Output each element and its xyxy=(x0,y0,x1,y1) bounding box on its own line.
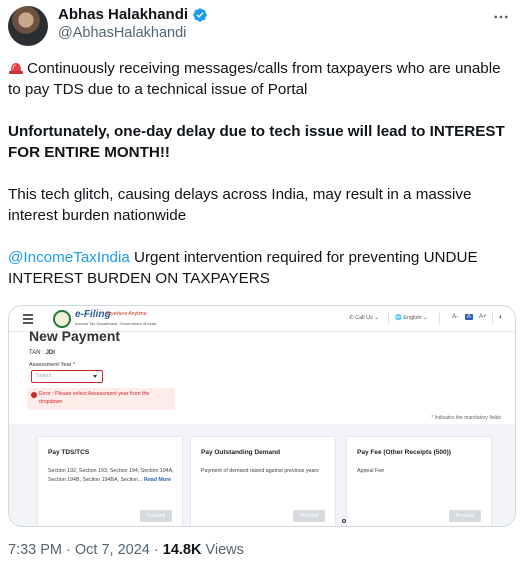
card-description: Appeal Fee xyxy=(357,468,385,474)
police-light-emoji-icon xyxy=(9,63,23,74)
divider xyxy=(388,313,389,324)
more-options-icon[interactable] xyxy=(492,8,510,31)
tweet-paragraph-1-text: Continuously receiving messages/calls fr… xyxy=(8,60,501,98)
efiling-logo-icon xyxy=(53,310,71,328)
mention-link[interactable]: @IncomeTaxIndia xyxy=(8,249,130,266)
chevron-down-icon xyxy=(93,375,97,378)
efiling-tagline: Anywhere Anytime xyxy=(105,311,147,317)
font-default-control: A xyxy=(465,314,474,320)
tweet-text: Continuously receiving messages/calls fr… xyxy=(8,58,513,310)
menu-icon xyxy=(23,314,33,326)
assessment-year-label: Assessment Year * xyxy=(29,362,76,368)
card-pay-fee: Pay Fee (Other Receipts (500)) Appeal Fe… xyxy=(346,436,492,526)
author-handle[interactable]: @AbhasHalakhandi xyxy=(58,25,186,41)
divider xyxy=(439,313,440,324)
card-title: Pay Outstanding Demand xyxy=(201,449,281,456)
author-name[interactable]: Abhas Halakhandi xyxy=(58,6,188,23)
card-description: Payment of demand raised against previou… xyxy=(201,468,319,474)
proceed-button: Proceed xyxy=(293,510,325,522)
card-title: Pay Fee (Other Receipts (500)) xyxy=(357,449,451,456)
views-label: Views xyxy=(201,542,244,558)
call-us-link: ✆ Call Us ⌄ xyxy=(349,315,380,321)
views-count: 14.8K xyxy=(162,542,202,558)
mandatory-note: * Indicates the mandatory fields xyxy=(431,415,501,421)
verified-badge-icon xyxy=(193,7,207,22)
card-pay-outstanding-demand: Pay Outstanding Demand Payment of demand… xyxy=(190,436,336,526)
author-name-row: Abhas Halakhandi xyxy=(58,6,208,23)
tweet-paragraph-4: @IncomeTaxIndia Urgent intervention requ… xyxy=(8,247,513,289)
font-decrease-control: A- xyxy=(452,314,458,320)
page-title: New Payment xyxy=(29,328,121,344)
tweet-paragraph-2: Unfortunately, one-day delay due to tech… xyxy=(8,123,505,161)
select-placeholder: Select xyxy=(36,373,52,379)
attached-image[interactable]: e-Filing Anywhere Anytime Income Tax Dep… xyxy=(8,305,516,527)
error-icon xyxy=(31,392,37,398)
error-message: Error : Please select Assessment year fr… xyxy=(27,388,175,410)
efiling-subtitle: Income Tax Department, Government of Ind… xyxy=(75,321,156,326)
read-more-link: Read More xyxy=(144,476,172,483)
error-text: Error : Please select Assessment year fr… xyxy=(39,391,150,405)
contrast-icon: ◐ xyxy=(499,314,504,321)
tweet-date[interactable]: Oct 7, 2024 xyxy=(75,542,150,558)
card-description: Section 192, Section 193, Section 194, S… xyxy=(48,468,174,483)
mouse-cursor-icon xyxy=(342,519,346,523)
avatar[interactable] xyxy=(8,6,48,46)
card-pay-tds-tcs: Pay TDS/TCS Section 192, Section 193, Se… xyxy=(37,436,183,526)
tweet-paragraph-3: This tech glitch, causing delays across … xyxy=(8,186,472,224)
assessment-year-select: Select xyxy=(31,370,103,383)
card-title: Pay TDS/TCS xyxy=(48,449,90,456)
proceed-button: Proceed xyxy=(449,510,481,522)
tweet-time[interactable]: 7:33 PM xyxy=(8,542,62,558)
language-selector: 🌐 English ⌄ xyxy=(395,315,428,321)
proceed-button: Proceed xyxy=(140,510,172,522)
tweet-paragraph-1: Continuously receiving messages/calls fr… xyxy=(8,58,513,100)
divider xyxy=(492,313,493,324)
tan-row: TAN : JDI xyxy=(29,350,55,356)
font-increase-control: A+ xyxy=(479,314,487,320)
tweet-meta: 7:33 PM · Oct 7, 2024 · 14.8K Views xyxy=(8,542,244,558)
